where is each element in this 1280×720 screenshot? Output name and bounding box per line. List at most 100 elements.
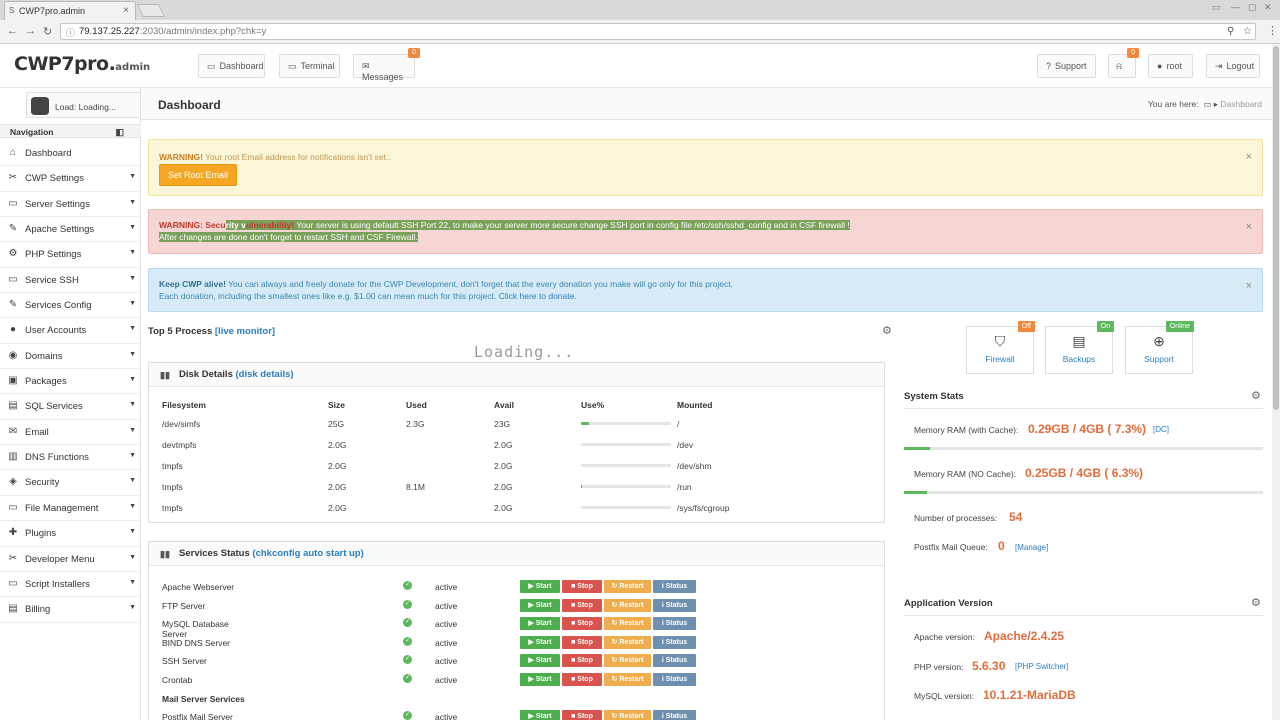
scrollbar-thumb[interactable] bbox=[1273, 46, 1279, 410]
reload-icon[interactable]: ↻ bbox=[43, 25, 52, 38]
user-menu-button[interactable]: ● root bbox=[1148, 54, 1193, 78]
gear-icon[interactable]: ⚙ bbox=[1251, 596, 1261, 609]
restart-button[interactable]: ↻ Restart bbox=[604, 654, 651, 668]
restart-button[interactable]: ↻ Restart bbox=[604, 617, 651, 631]
gear-icon[interactable]: ⚙ bbox=[1251, 389, 1261, 402]
page-info-icon[interactable]: ⓘ bbox=[66, 26, 75, 39]
browser-menu-icon[interactable]: ⋮ bbox=[1267, 24, 1278, 37]
logout-button[interactable]: ⇥ Logout bbox=[1206, 54, 1260, 78]
stop-button[interactable]: ■ Stop bbox=[562, 709, 602, 720]
status-button[interactable]: i Status bbox=[653, 598, 696, 612]
restart-button[interactable]: ↻ Restart bbox=[604, 598, 651, 612]
start-button[interactable]: ▶ Start bbox=[520, 635, 560, 649]
sidebar-item-cwp-settings[interactable]: ✂ CWP Settings ▼ bbox=[0, 166, 141, 192]
caret-down-icon: ▼ bbox=[129, 274, 136, 282]
stop-button[interactable]: ■ Stop bbox=[562, 580, 602, 593]
gear-icon[interactable]: ⚙ bbox=[882, 324, 892, 337]
sidebar-item-php-settings[interactable]: ⚙ PHP Settings ▼ bbox=[0, 242, 141, 268]
stop-button[interactable]: ■ Stop bbox=[562, 654, 602, 668]
security-label-b: rity v bbox=[225, 220, 246, 230]
header-dashboard-button[interactable]: ▭ Dashboard bbox=[198, 54, 265, 78]
back-arrow-icon[interactable]: ← bbox=[7, 25, 18, 37]
caret-down-icon: ▼ bbox=[129, 198, 136, 206]
close-icon[interactable]: × bbox=[1246, 280, 1252, 292]
sidebar-item-domains[interactable]: ◉ Domains ▼ bbox=[0, 344, 141, 370]
minimize-icon[interactable]: — bbox=[1231, 2, 1240, 12]
status-button[interactable]: i Status bbox=[653, 709, 696, 720]
status-button[interactable]: i Status bbox=[653, 672, 696, 686]
sidebar-item-email[interactable]: ✉ Email ▼ bbox=[0, 420, 141, 446]
sidebar-item-security[interactable]: ◈ Security ▼ bbox=[0, 470, 141, 496]
sidebar-item-service-ssh[interactable]: ▭ Service SSH ▼ bbox=[0, 268, 141, 294]
close-icon[interactable]: × bbox=[1246, 221, 1252, 233]
stop-button[interactable]: ■ Stop bbox=[562, 598, 602, 612]
start-button[interactable]: ▶ Start bbox=[520, 617, 560, 631]
backups-tile[interactable]: ▤ Backups On bbox=[1045, 321, 1114, 374]
maximize-icon[interactable]: ▢ bbox=[1248, 2, 1257, 13]
bookmark-star-icon[interactable]: ☆ bbox=[1243, 26, 1252, 37]
sidebar-item-user-accounts[interactable]: ● User Accounts ▼ bbox=[0, 318, 141, 344]
stop-button[interactable]: ■ Stop bbox=[562, 672, 602, 686]
sidebar-item-script-installers[interactable]: ▭ Script Installers ▼ bbox=[0, 572, 141, 598]
status-button[interactable]: i Status bbox=[653, 617, 696, 631]
dc-link[interactable]: [DC] bbox=[1153, 425, 1169, 434]
sidebar-item-billing[interactable]: ▤ Billing ▼ bbox=[0, 597, 141, 623]
sidebar-item-file-management[interactable]: ▭ File Management ▼ bbox=[0, 496, 141, 522]
caret-down-icon: ▼ bbox=[129, 528, 136, 536]
start-button[interactable]: ▶ Start bbox=[520, 654, 560, 668]
status-button[interactable]: i Status bbox=[653, 635, 696, 649]
start-button[interactable]: ▶ Start bbox=[520, 709, 560, 720]
sidebar-item-dashboard[interactable]: ⌂ Dashboard bbox=[0, 141, 141, 167]
close-tab-icon[interactable]: × bbox=[123, 5, 129, 16]
new-tab-button[interactable] bbox=[136, 4, 166, 17]
apache-settings-icon: ✎ bbox=[8, 223, 18, 235]
header-messages-button[interactable]: ✉Messages bbox=[353, 54, 415, 82]
window-close-icon[interactable]: ✕ bbox=[1264, 2, 1272, 13]
donate-link[interactable]: Click here to donate. bbox=[499, 291, 577, 301]
sidebar-item-apache-settings[interactable]: ✎ Apache Settings ▼ bbox=[0, 217, 141, 243]
start-button[interactable]: ▶ Start bbox=[520, 598, 560, 612]
live-monitor-link[interactable]: [live monitor] bbox=[215, 326, 275, 337]
support-tile[interactable]: ⊕ Support Online bbox=[1125, 321, 1194, 374]
status-button[interactable]: i Status bbox=[653, 580, 696, 593]
stop-button[interactable]: ■ Stop bbox=[562, 635, 602, 649]
caret-down-icon: ▼ bbox=[129, 376, 136, 384]
sidebar-item-developer-menu[interactable]: ✂ Developer Menu ▼ bbox=[0, 547, 141, 572]
sidebar-item-services-config[interactable]: ✎ Services Config ▼ bbox=[0, 293, 141, 319]
start-button[interactable]: ▶ Start bbox=[520, 672, 560, 686]
support-button[interactable]: ? Support bbox=[1037, 54, 1096, 78]
firewall-tile[interactable]: ⛉ Firewall Off bbox=[966, 321, 1035, 374]
php-switcher-link[interactable]: [PHP Switcher] bbox=[1015, 662, 1069, 671]
check-circle-icon: ✓ bbox=[403, 673, 412, 683]
header-terminal-button[interactable]: ▭ Terminal bbox=[279, 54, 340, 78]
browser-tab[interactable]: S CWP7pro.admin × bbox=[4, 1, 136, 20]
disk-fs: /dev/simfs bbox=[162, 419, 201, 429]
sidebar-item-plugins[interactable]: ✚ Plugins ▼ bbox=[0, 521, 141, 547]
logout-icon: ⇥ bbox=[1215, 61, 1223, 71]
sidebar-item-packages[interactable]: ▣ Packages ▼ bbox=[0, 369, 141, 395]
start-button[interactable]: ▶ Start bbox=[520, 580, 560, 593]
forward-arrow-icon[interactable]: → bbox=[25, 25, 36, 37]
user-profile-icon[interactable]: ▭ bbox=[1212, 2, 1221, 13]
sidebar-item-sql-services[interactable]: ▤ SQL Services ▼ bbox=[0, 394, 141, 420]
restart-button[interactable]: ↻ Restart bbox=[604, 672, 651, 686]
url-host: 79.137.25.227 bbox=[79, 26, 140, 37]
set-root-email-button[interactable]: Set Root Email bbox=[159, 164, 237, 186]
stop-button[interactable]: ■ Stop bbox=[562, 617, 602, 631]
chkconfig-link[interactable]: (chkconfig auto start up) bbox=[252, 548, 363, 559]
sidebar-item-dns-functions[interactable]: ▥ DNS Functions ▼ bbox=[0, 445, 141, 471]
key-icon[interactable]: ⚲ bbox=[1227, 26, 1234, 37]
disk-details-link[interactable]: (disk details) bbox=[236, 369, 294, 380]
sidebar-item-server-settings[interactable]: ▭ Server Settings ▼ bbox=[0, 192, 141, 218]
restart-button[interactable]: ↻ Restart bbox=[604, 580, 651, 593]
restart-button[interactable]: ↻ Restart bbox=[604, 709, 651, 720]
status-button[interactable]: i Status bbox=[653, 654, 696, 668]
logo[interactable]: CWP7pro.admin bbox=[14, 53, 150, 75]
sidebar-toggle-icon[interactable]: ◧ bbox=[115, 127, 124, 138]
service-name: Postfix Mail Server bbox=[162, 711, 233, 720]
close-icon[interactable]: × bbox=[1246, 151, 1252, 163]
breadcrumb-current[interactable]: Dashboard bbox=[1220, 99, 1262, 109]
url-input[interactable]: ⓘ 79.137.25.227:2030/admin/index.php?chk… bbox=[60, 23, 1256, 40]
restart-button[interactable]: ↻ Restart bbox=[604, 635, 651, 649]
manage-mail-queue-link[interactable]: [Manage] bbox=[1015, 543, 1048, 552]
